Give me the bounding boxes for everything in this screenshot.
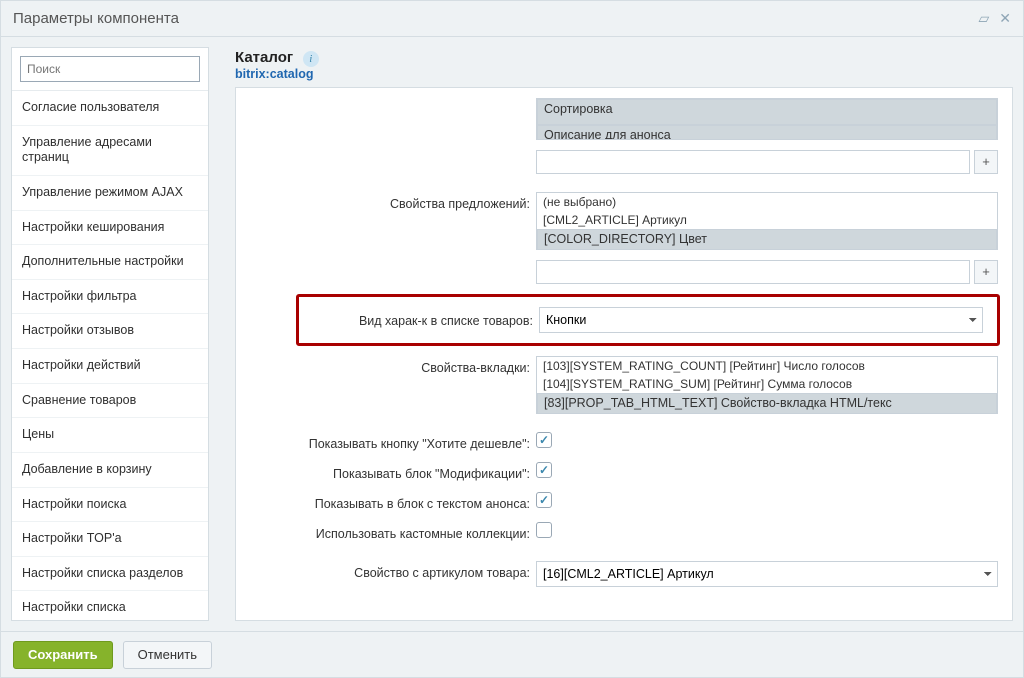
sidebar-item[interactable]: Настройки фильтра bbox=[12, 280, 208, 315]
sidebar-item[interactable]: Настройки отзывов bbox=[12, 314, 208, 349]
sidebar-item[interactable]: Цены bbox=[12, 418, 208, 453]
listbox-option[interactable]: [103][SYSTEM_RATING_COUNT] [Рейтинг] Чис… bbox=[537, 357, 997, 375]
article-prop-select[interactable]: [16][CML2_ARTICLE] Артикул bbox=[536, 561, 998, 587]
listbox-option[interactable]: [83][PROP_TAB_HTML_TEXT] Свойство-вкладк… bbox=[537, 393, 997, 414]
sidebar-item[interactable]: Дополнительные настройки bbox=[12, 245, 208, 280]
show-cheaper-checkbox[interactable] bbox=[536, 432, 552, 448]
search-wrap bbox=[12, 48, 208, 90]
sidebar-item[interactable]: Настройки TOP'а bbox=[12, 522, 208, 557]
add-button[interactable]: + bbox=[974, 260, 998, 284]
custom-collections-checkbox[interactable] bbox=[536, 522, 552, 538]
settings-scroll[interactable]: СортировкаОписание для анонса + Свойства… bbox=[235, 87, 1013, 621]
save-button[interactable]: Сохранить bbox=[13, 641, 113, 669]
label: Показывать кнопку "Хотите дешевле": bbox=[236, 432, 536, 452]
label: Свойства предложений: bbox=[236, 192, 536, 212]
window-title: Параметры компонента bbox=[13, 10, 179, 27]
control: СортировкаОписание для анонса bbox=[536, 98, 1004, 140]
row-article-prop: Свойство с артикулом товара: [16][CML2_A… bbox=[236, 561, 1004, 587]
row-show-cheaper: Показывать кнопку "Хотите дешевле": bbox=[236, 432, 1004, 452]
component-params-window: Параметры компонента ▱ ✕ Согласие пользо… bbox=[0, 0, 1024, 678]
offer-extra-input[interactable] bbox=[536, 260, 970, 284]
sidebar-item[interactable]: Согласие пользователя bbox=[12, 91, 208, 126]
row-tab-props: Свойства-вкладки: [103][SYSTEM_RATING_CO… bbox=[236, 356, 1004, 414]
add-button[interactable]: + bbox=[974, 150, 998, 174]
sort-extra-input[interactable] bbox=[536, 150, 970, 174]
row-sort-extra: + bbox=[236, 150, 1004, 174]
sidebar-item[interactable]: Настройки действий bbox=[12, 349, 208, 384]
label: Использовать кастомные коллекции: bbox=[236, 522, 536, 542]
sidebar-panel: Согласие пользователяУправление адресами… bbox=[11, 47, 209, 621]
page-title: Каталог bbox=[235, 49, 293, 66]
listbox-option[interactable]: Описание для анонса bbox=[537, 125, 997, 140]
sidebar-item[interactable]: Добавление в корзину bbox=[12, 453, 208, 488]
listbox-option[interactable]: [CML2_ARTICLE] Артикул bbox=[537, 211, 997, 229]
sidebar-item[interactable]: Сравнение товаров bbox=[12, 384, 208, 419]
show-announce-checkbox[interactable] bbox=[536, 492, 552, 508]
search-input[interactable] bbox=[20, 56, 200, 82]
sidebar-item[interactable]: Управление адресами страниц bbox=[12, 126, 208, 176]
show-mods-checkbox[interactable] bbox=[536, 462, 552, 478]
row-show-announce: Показывать в блок с текстом анонса: bbox=[236, 492, 1004, 512]
label: Вид харак-к в списке товаров: bbox=[299, 309, 539, 329]
sort-listbox[interactable]: СортировкаОписание для анонса bbox=[536, 98, 998, 140]
cancel-button[interactable]: Отменить bbox=[123, 641, 212, 669]
sidebar-nav[interactable]: Согласие пользователяУправление адресами… bbox=[12, 90, 208, 620]
row-offer-extra: + bbox=[236, 260, 1004, 284]
label: Свойства-вкладки: bbox=[236, 356, 536, 376]
heading: Каталог i bitrix:catalog bbox=[235, 49, 1013, 81]
label: Свойство с артикулом товара: bbox=[236, 561, 536, 581]
sidebar-item[interactable]: Настройки списка разделов bbox=[12, 557, 208, 592]
offer-props-listbox[interactable]: (не выбрано)[CML2_ARTICLE] Артикул[COLOR… bbox=[536, 192, 998, 250]
row-offer-props: Свойства предложений: (не выбрано)[CML2_… bbox=[236, 192, 1004, 250]
sidebar: Согласие пользователяУправление адресами… bbox=[1, 37, 219, 631]
listbox-option[interactable]: Сортировка bbox=[537, 99, 997, 125]
listbox-option[interactable]: [COLOR_DIRECTORY] Цвет bbox=[537, 229, 997, 250]
expand-icon[interactable]: ▱ bbox=[978, 10, 989, 27]
row-char-view-highlight: Вид харак-к в списке товаров: Кнопки bbox=[296, 294, 1000, 346]
sidebar-item[interactable]: Управление режимом AJAX bbox=[12, 176, 208, 211]
info-icon[interactable]: i bbox=[303, 51, 319, 67]
char-view-select[interactable]: Кнопки bbox=[539, 307, 983, 333]
component-code: bitrix:catalog bbox=[235, 67, 1013, 81]
label: Показывать блок "Модификации": bbox=[236, 462, 536, 482]
row-custom-collections: Использовать кастомные коллекции: bbox=[236, 522, 1004, 542]
sidebar-item[interactable]: Настройки списка bbox=[12, 591, 208, 620]
footer: Сохранить Отменить bbox=[1, 631, 1023, 677]
titlebar-controls: ▱ ✕ bbox=[978, 10, 1011, 27]
sidebar-item[interactable]: Настройки поиска bbox=[12, 488, 208, 523]
dialog-body: Согласие пользователяУправление адресами… bbox=[1, 37, 1023, 631]
listbox-option[interactable]: (не выбрано) bbox=[537, 193, 997, 211]
label bbox=[236, 98, 536, 102]
label: Показывать в блок с текстом анонса: bbox=[236, 492, 536, 512]
row-sort: СортировкаОписание для анонса bbox=[236, 98, 1004, 140]
row-show-mods: Показывать блок "Модификации": bbox=[236, 462, 1004, 482]
listbox-option[interactable]: [104][SYSTEM_RATING_SUM] [Рейтинг] Сумма… bbox=[537, 375, 997, 393]
tab-props-listbox[interactable]: [103][SYSTEM_RATING_COUNT] [Рейтинг] Чис… bbox=[536, 356, 998, 414]
close-icon[interactable]: ✕ bbox=[999, 10, 1011, 27]
titlebar: Параметры компонента ▱ ✕ bbox=[1, 1, 1023, 37]
sidebar-item[interactable]: Настройки кеширования bbox=[12, 211, 208, 246]
main-area: Каталог i bitrix:catalog СортировкаОписа… bbox=[219, 37, 1023, 631]
